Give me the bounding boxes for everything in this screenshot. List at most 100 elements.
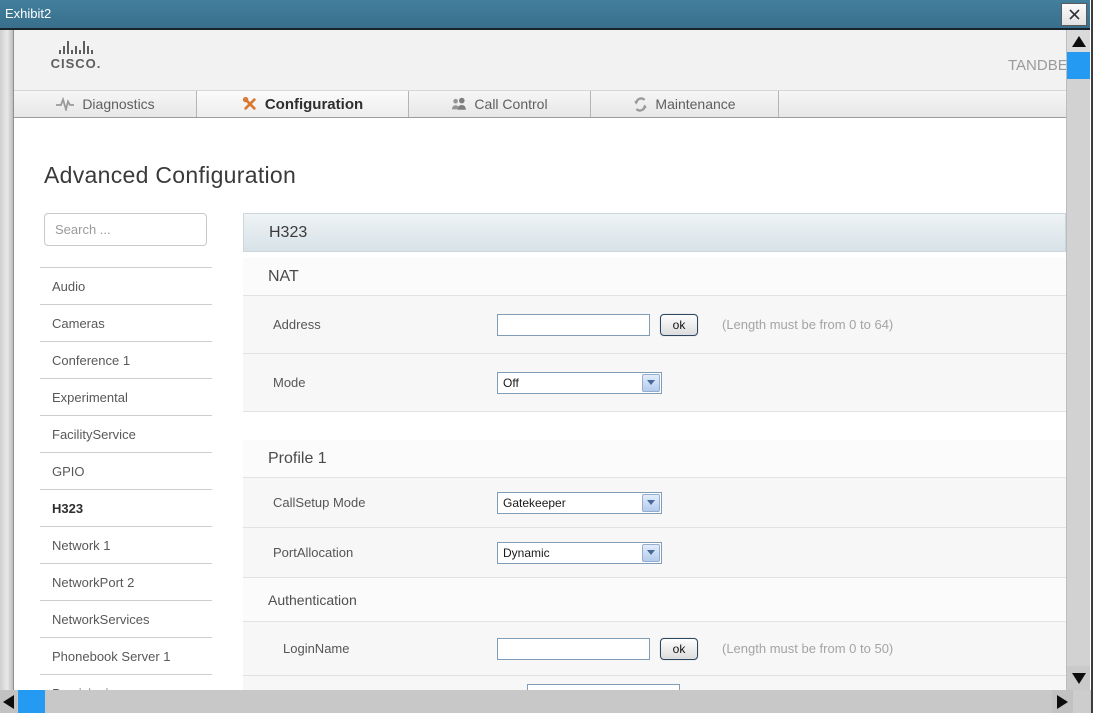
- scroll-up-button[interactable]: [1067, 30, 1090, 52]
- field-label-mode: Mode: [273, 375, 497, 390]
- field-label-loginname: LoginName: [273, 641, 497, 656]
- scrollbar-corner: [1073, 690, 1091, 713]
- field-row-partial: [243, 676, 1066, 690]
- tab-maintenance[interactable]: Maintenance: [591, 91, 779, 117]
- window-title: Exhibit2: [5, 6, 51, 21]
- tools-icon: [242, 96, 258, 112]
- field-row-mode: Mode Off: [243, 354, 1066, 412]
- portallocation-select-value: Dynamic: [498, 543, 661, 563]
- loginname-hint: (Length must be from 0 to 50): [722, 641, 893, 656]
- sidebar-item-label: NetworkServices: [52, 612, 150, 627]
- address-input[interactable]: [497, 314, 650, 336]
- sidebar-item-label: H323: [52, 501, 83, 516]
- window-frame-left: [0, 30, 14, 690]
- sidebar-nav: Audio Cameras Conference 1 Experimental …: [40, 267, 212, 690]
- tab-label: Maintenance: [655, 96, 735, 112]
- field-row-loginname: LoginName ok (Length must be from 0 to 5…: [243, 622, 1066, 676]
- vertical-scroll-thumb[interactable]: [1067, 52, 1090, 79]
- close-button[interactable]: [1061, 3, 1087, 26]
- tab-label: Diagnostics: [82, 96, 154, 112]
- chevron-down-icon: [647, 500, 655, 505]
- triangle-up-icon: [1072, 36, 1086, 47]
- chevron-down-icon: [647, 380, 655, 385]
- field-label-address: Address: [273, 317, 497, 332]
- field-row-portallocation: PortAllocation Dynamic: [243, 528, 1066, 578]
- address-hint: (Length must be from 0 to 64): [722, 317, 893, 332]
- tab-label: Configuration: [265, 96, 363, 113]
- refresh-icon: [633, 97, 648, 112]
- tab-configuration[interactable]: Configuration: [197, 91, 409, 117]
- close-icon: [1068, 8, 1081, 21]
- tab-label: Call Control: [474, 96, 547, 112]
- sidebar-item-cameras[interactable]: Cameras: [40, 304, 212, 341]
- address-ok-button[interactable]: ok: [660, 314, 698, 336]
- page-title: Advanced Configuration: [44, 162, 296, 189]
- sidebar-item-label: Cameras: [52, 316, 105, 331]
- search-input[interactable]: [44, 213, 207, 246]
- loginname-ok-button[interactable]: ok: [660, 638, 698, 660]
- sidebar-item-networkservices[interactable]: NetworkServices: [40, 600, 212, 637]
- sidebar-item-label: Experimental: [52, 390, 128, 405]
- panel-header: H323: [243, 213, 1066, 252]
- tab-diagnostics[interactable]: Diagnostics: [14, 91, 197, 117]
- window-titlebar: Exhibit2: [0, 0, 1090, 30]
- sidebar-item-phonebook-server-1[interactable]: Phonebook Server 1: [40, 637, 212, 674]
- sidebar-item-label: Conference 1: [52, 353, 130, 368]
- section-gap: [243, 412, 1066, 440]
- horizontal-scrollbar[interactable]: [0, 690, 1073, 713]
- sidebar-item-label: Audio: [52, 279, 85, 294]
- mode-select[interactable]: Off: [497, 372, 662, 394]
- dropdown-button[interactable]: [642, 494, 660, 512]
- sidebar-item-networkport-2[interactable]: NetworkPort 2: [40, 563, 212, 600]
- field-label-callsetup-mode: CallSetup Mode: [273, 495, 497, 510]
- sidebar-item-network-1[interactable]: Network 1: [40, 526, 212, 563]
- chevron-down-icon: [647, 550, 655, 555]
- sidebar-item-facilityservice[interactable]: FacilityService: [40, 415, 212, 452]
- vertical-scrollbar[interactable]: [1066, 30, 1090, 690]
- callsetup-mode-select-value: Gatekeeper: [498, 493, 661, 513]
- window-frame-right: [1091, 0, 1093, 713]
- field-row-address: Address ok (Length must be from 0 to 64): [243, 296, 1066, 354]
- tabbar-filler: [779, 91, 1066, 117]
- cisco-logo-bars-icon: [44, 40, 108, 54]
- scroll-right-button[interactable]: [1052, 690, 1073, 713]
- sidebar-item-label: Network 1: [52, 538, 111, 553]
- sidebar-item-experimental[interactable]: Experimental: [40, 378, 212, 415]
- scroll-left-button[interactable]: [0, 690, 17, 713]
- sidebar-item-audio[interactable]: Audio: [40, 267, 212, 304]
- loginname-input[interactable]: [497, 638, 650, 660]
- people-icon: [451, 97, 467, 111]
- main-tabbar: Diagnostics Configuration Call Control: [14, 90, 1066, 118]
- sidebar-item-label: Phonebook Server 1: [52, 649, 171, 664]
- horizontal-scroll-thumb[interactable]: [18, 690, 45, 713]
- cisco-logo-text: CISCO.: [44, 56, 108, 71]
- sidebar-item-h323[interactable]: H323: [40, 489, 212, 526]
- section-title-nat: NAT: [243, 258, 1066, 296]
- h323-panel: H323 NAT Address ok (Length must be from…: [243, 213, 1066, 690]
- dropdown-button[interactable]: [642, 374, 660, 392]
- scroll-down-button[interactable]: [1067, 666, 1090, 690]
- sidebar-item-label: FacilityService: [52, 427, 136, 442]
- portallocation-select[interactable]: Dynamic: [497, 542, 662, 564]
- header-band: CISCO. TANDBE: [14, 30, 1066, 90]
- sidebar-item-label: GPIO: [52, 464, 85, 479]
- field-label-portallocation: PortAllocation: [273, 545, 497, 560]
- exhibit-window: Exhibit2 CISCO. TANDBE Diagnostics: [0, 0, 1095, 713]
- brand-text: TANDBE: [1008, 57, 1066, 74]
- sidebar-item-provisioning[interactable]: Provisioning: [40, 674, 212, 690]
- callsetup-mode-select[interactable]: Gatekeeper: [497, 492, 662, 514]
- section-title-profile-1: Profile 1: [243, 440, 1066, 478]
- triangle-left-icon: [3, 695, 14, 709]
- cisco-logo: CISCO.: [44, 40, 108, 71]
- mode-select-value: Off: [498, 373, 661, 393]
- sidebar-item-label: NetworkPort 2: [52, 575, 134, 590]
- dropdown-button[interactable]: [642, 544, 660, 562]
- field-row-callsetup-mode: CallSetup Mode Gatekeeper: [243, 478, 1066, 528]
- tab-call-control[interactable]: Call Control: [409, 91, 591, 117]
- section-title-authentication: Authentication: [243, 578, 1066, 622]
- sidebar-item-gpio[interactable]: GPIO: [40, 452, 212, 489]
- sidebar-item-conference-1[interactable]: Conference 1: [40, 341, 212, 378]
- triangle-down-icon: [1072, 673, 1086, 684]
- pulse-icon: [55, 97, 75, 111]
- panel-title: H323: [269, 224, 307, 241]
